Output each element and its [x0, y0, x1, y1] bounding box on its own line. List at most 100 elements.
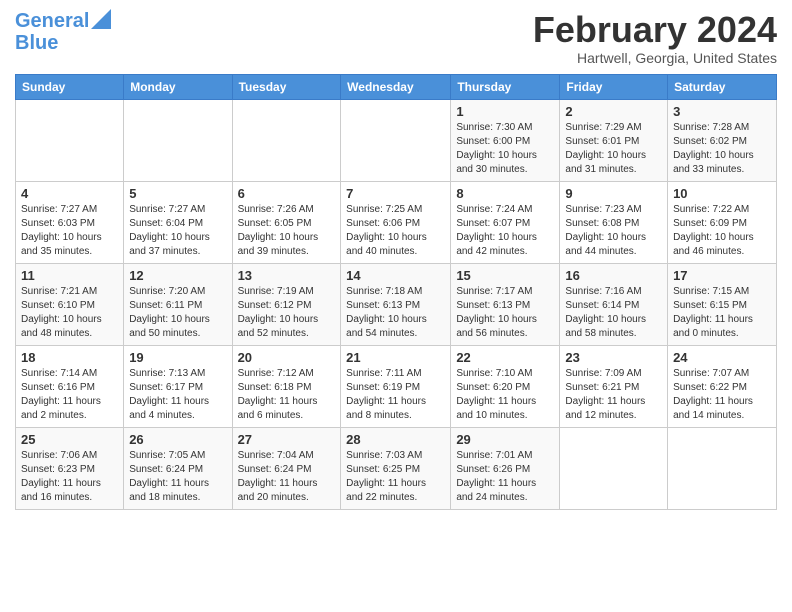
day-number: 19	[129, 350, 226, 365]
calendar-cell	[16, 99, 124, 181]
day-info: Sunrise: 7:01 AMSunset: 6:26 PMDaylight:…	[456, 449, 554, 505]
day-info: Sunrise: 7:06 AMSunset: 6:23 PMDaylight:…	[21, 449, 118, 505]
day-info: Sunrise: 7:28 AMSunset: 6:02 PMDaylight:…	[673, 121, 771, 177]
day-number: 21	[346, 350, 445, 365]
day-number: 26	[129, 432, 226, 447]
calendar-cell: 21Sunrise: 7:11 AMSunset: 6:19 PMDayligh…	[341, 345, 451, 427]
day-number: 11	[21, 268, 118, 283]
day-info: Sunrise: 7:12 AMSunset: 6:18 PMDaylight:…	[238, 367, 336, 423]
calendar-cell: 16 Sunrise: 7:16 AMSunset: 6:14 PMDayligh…	[560, 263, 668, 345]
day-number: 5	[129, 186, 226, 201]
calendar-cell: 20 Sunrise: 7:12 AMSunset: 6:18 PMDayligh…	[232, 345, 341, 427]
day-info: Sunrise: 7:10 AMSunset: 6:20 PMDaylight:…	[456, 367, 554, 423]
day-info: Sunrise: 7:22 AMSunset: 6:09 PMDaylight:…	[673, 203, 771, 259]
calendar-body: 1 Sunrise: 7:30 AMSunset: 6:00 PMDaylight…	[16, 99, 777, 509]
day-info: Sunrise: 7:05 AMSunset: 6:24 PMDaylight:…	[129, 449, 226, 505]
day-number: 20	[238, 350, 336, 365]
calendar-cell: 11Sunrise: 7:21 AMSunset: 6:10 PMDayligh…	[16, 263, 124, 345]
week-row-5: 25 Sunrise: 7:06 AMSunset: 6:23 PMDayligh…	[16, 427, 777, 509]
day-info: Sunrise: 7:15 AMSunset: 6:15 PMDaylight:…	[673, 285, 771, 341]
day-number: 17	[673, 268, 771, 283]
day-info: Sunrise: 7:20 AMSunset: 6:11 PMDaylight:…	[129, 285, 226, 341]
calendar-cell	[560, 427, 668, 509]
logo-blue-text: Blue	[15, 32, 111, 54]
col-saturday: Saturday	[668, 74, 777, 99]
calendar-cell: 12 Sunrise: 7:20 AMSunset: 6:11 PMDayligh…	[124, 263, 232, 345]
day-info: Sunrise: 7:24 AMSunset: 6:07 PMDaylight:…	[456, 203, 554, 259]
day-number: 27	[238, 432, 336, 447]
week-row-4: 18Sunrise: 7:14 AMSunset: 6:16 PMDayligh…	[16, 345, 777, 427]
calendar-cell: 26 Sunrise: 7:05 AMSunset: 6:24 PMDayligh…	[124, 427, 232, 509]
calendar-cell: 29 Sunrise: 7:01 AMSunset: 6:26 PMDayligh…	[451, 427, 560, 509]
day-info: Sunrise: 7:27 AMSunset: 6:04 PMDaylight:…	[129, 203, 226, 259]
day-number: 4	[21, 186, 118, 201]
logo-icon	[91, 9, 111, 29]
day-info: Sunrise: 7:17 AMSunset: 6:13 PMDaylight:…	[456, 285, 554, 341]
day-number: 24	[673, 350, 771, 365]
calendar-cell: 15 Sunrise: 7:17 AMSunset: 6:13 PMDayligh…	[451, 263, 560, 345]
day-info: Sunrise: 7:18 AMSunset: 6:13 PMDaylight:…	[346, 285, 445, 341]
day-info: Sunrise: 7:25 AMSunset: 6:06 PMDaylight:…	[346, 203, 445, 259]
calendar-cell	[341, 99, 451, 181]
day-number: 29	[456, 432, 554, 447]
day-info: Sunrise: 7:07 AMSunset: 6:22 PMDaylight:…	[673, 367, 771, 423]
month-title: February 2024	[533, 10, 777, 50]
day-number: 28	[346, 432, 445, 447]
calendar-cell: 9 Sunrise: 7:23 AMSunset: 6:08 PMDaylight…	[560, 181, 668, 263]
day-number: 15	[456, 268, 554, 283]
calendar-cell: 1 Sunrise: 7:30 AMSunset: 6:00 PMDaylight…	[451, 99, 560, 181]
day-number: 2	[565, 104, 662, 119]
page-container: General Blue February 2024 Hartwell, Geo…	[0, 0, 792, 520]
week-row-2: 4 Sunrise: 7:27 AMSunset: 6:03 PMDaylight…	[16, 181, 777, 263]
day-info: Sunrise: 7:16 AMSunset: 6:14 PMDaylight:…	[565, 285, 662, 341]
calendar-cell: 27 Sunrise: 7:04 AMSunset: 6:24 PMDayligh…	[232, 427, 341, 509]
title-section: February 2024 Hartwell, Georgia, United …	[533, 10, 777, 66]
day-info: Sunrise: 7:26 AMSunset: 6:05 PMDaylight:…	[238, 203, 336, 259]
day-number: 9	[565, 186, 662, 201]
col-wednesday: Wednesday	[341, 74, 451, 99]
calendar-cell: 5 Sunrise: 7:27 AMSunset: 6:04 PMDaylight…	[124, 181, 232, 263]
col-tuesday: Tuesday	[232, 74, 341, 99]
calendar-cell: 22 Sunrise: 7:10 AMSunset: 6:20 PMDayligh…	[451, 345, 560, 427]
location: Hartwell, Georgia, United States	[533, 50, 777, 66]
day-info: Sunrise: 7:27 AMSunset: 6:03 PMDaylight:…	[21, 203, 118, 259]
calendar-cell: 3 Sunrise: 7:28 AMSunset: 6:02 PMDaylight…	[668, 99, 777, 181]
calendar-cell	[124, 99, 232, 181]
day-number: 3	[673, 104, 771, 119]
day-info: Sunrise: 7:09 AMSunset: 6:21 PMDaylight:…	[565, 367, 662, 423]
logo-text: General	[15, 10, 89, 32]
day-number: 25	[21, 432, 118, 447]
day-number: 12	[129, 268, 226, 283]
day-number: 1	[456, 104, 554, 119]
day-number: 23	[565, 350, 662, 365]
calendar-cell: 13Sunrise: 7:19 AMSunset: 6:12 PMDayligh…	[232, 263, 341, 345]
day-info: Sunrise: 7:13 AMSunset: 6:17 PMDaylight:…	[129, 367, 226, 423]
calendar-cell: 17 Sunrise: 7:15 AMSunset: 6:15 PMDayligh…	[668, 263, 777, 345]
day-info: Sunrise: 7:23 AMSunset: 6:08 PMDaylight:…	[565, 203, 662, 259]
day-info: Sunrise: 7:04 AMSunset: 6:24 PMDaylight:…	[238, 449, 336, 505]
col-thursday: Thursday	[451, 74, 560, 99]
calendar-cell: 14 Sunrise: 7:18 AMSunset: 6:13 PMDayligh…	[341, 263, 451, 345]
day-number: 7	[346, 186, 445, 201]
week-row-1: 1 Sunrise: 7:30 AMSunset: 6:00 PMDaylight…	[16, 99, 777, 181]
day-info: Sunrise: 7:19 AMSunset: 6:12 PMDaylight:…	[238, 285, 336, 341]
week-row-3: 11Sunrise: 7:21 AMSunset: 6:10 PMDayligh…	[16, 263, 777, 345]
day-number: 22	[456, 350, 554, 365]
calendar-cell: 18Sunrise: 7:14 AMSunset: 6:16 PMDayligh…	[16, 345, 124, 427]
day-info: Sunrise: 7:30 AMSunset: 6:00 PMDaylight:…	[456, 121, 554, 177]
day-number: 14	[346, 268, 445, 283]
calendar-table: Sunday Monday Tuesday Wednesday Thursday…	[15, 74, 777, 510]
header: General Blue February 2024 Hartwell, Geo…	[15, 10, 777, 66]
logo: General Blue	[15, 10, 111, 54]
calendar-cell: 23 Sunrise: 7:09 AMSunset: 6:21 PMDayligh…	[560, 345, 668, 427]
calendar-cell: 24 Sunrise: 7:07 AMSunset: 6:22 PMDayligh…	[668, 345, 777, 427]
col-friday: Friday	[560, 74, 668, 99]
calendar-cell: 6Sunrise: 7:26 AMSunset: 6:05 PMDaylight…	[232, 181, 341, 263]
col-monday: Monday	[124, 74, 232, 99]
calendar-cell: 10Sunrise: 7:22 AMSunset: 6:09 PMDayligh…	[668, 181, 777, 263]
day-number: 16	[565, 268, 662, 283]
calendar-cell	[232, 99, 341, 181]
calendar-cell: 19 Sunrise: 7:13 AMSunset: 6:17 PMDayligh…	[124, 345, 232, 427]
calendar-cell: 8 Sunrise: 7:24 AMSunset: 6:07 PMDaylight…	[451, 181, 560, 263]
day-number: 8	[456, 186, 554, 201]
